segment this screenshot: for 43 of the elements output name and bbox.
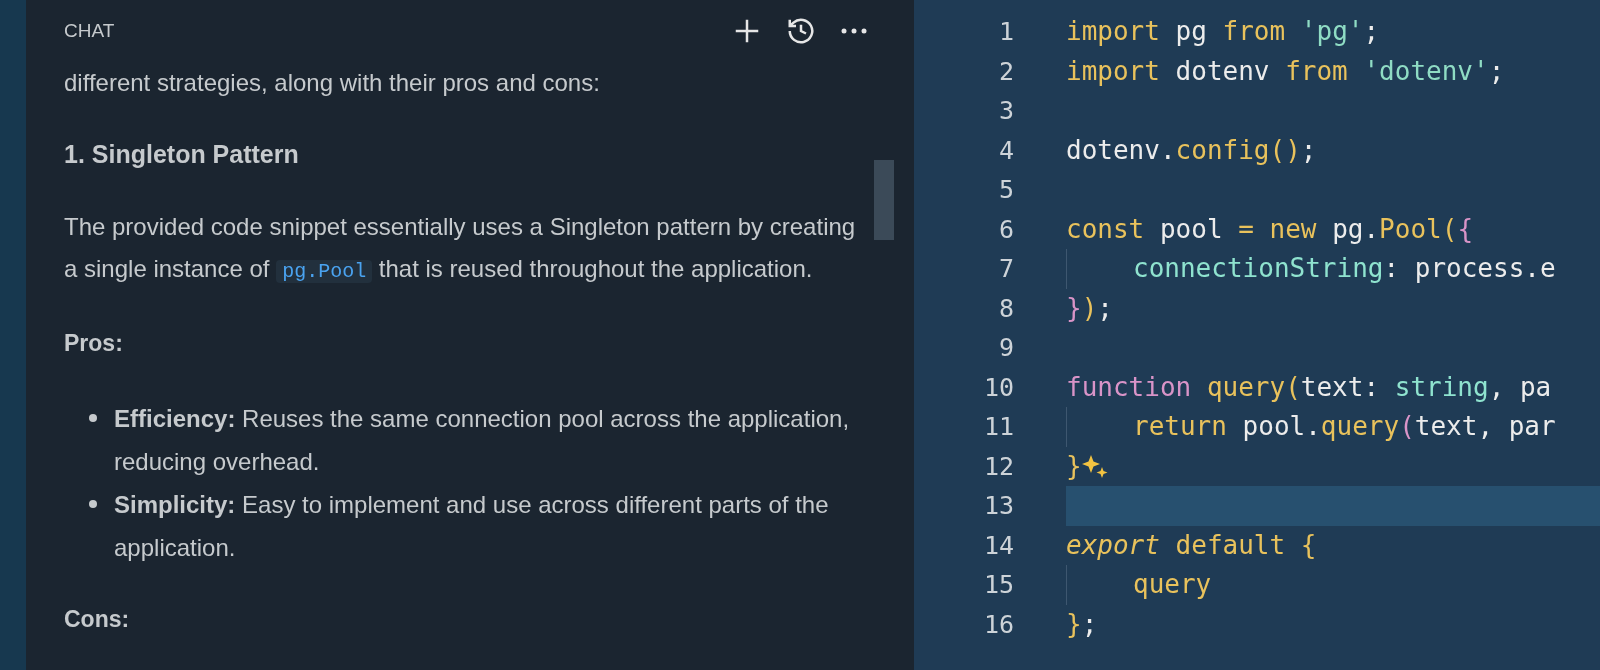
code-text: function query(text: string, pa xyxy=(1066,370,1552,404)
bullet-icon xyxy=(89,500,97,508)
chat-label: Cons: xyxy=(64,605,131,634)
scrollbar-thumb[interactable] xyxy=(874,160,894,240)
code-text: }); xyxy=(1066,291,1113,325)
line-number: 15 xyxy=(982,569,1014,601)
code-text: }; xyxy=(1066,607,1098,641)
chat-label: Pros: xyxy=(64,329,124,358)
line-number: 7 xyxy=(997,253,1014,285)
more-icon[interactable] xyxy=(840,27,868,35)
chat-paragraph: different strategies, along with their pros and cons: xyxy=(64,68,601,98)
chat-paragraph: The provided code snippet essentially uses a Singleton pattern by creating a single instance of pg.Pool that is reused throughout the application. xyxy=(64,212,857,285)
line-number: 2 xyxy=(997,55,1014,88)
sparkle-icon[interactable] xyxy=(1081,453,1108,480)
code-text: query xyxy=(1133,568,1212,602)
code-text: dotenv.config(); xyxy=(1066,133,1317,167)
line-number: 1 xyxy=(997,16,1014,48)
inline-code: pg.Pool xyxy=(276,260,373,283)
bullet-icon xyxy=(89,414,97,422)
line-number: 14 xyxy=(982,529,1014,562)
code-text: import pg from 'pg'; xyxy=(1066,15,1380,49)
line-number: 5 xyxy=(997,174,1014,206)
line-number: 3 xyxy=(997,95,1014,127)
line-number: 4 xyxy=(997,134,1014,167)
line-number: 9 xyxy=(997,332,1014,364)
code-text: connectionString: process.e xyxy=(1133,252,1556,286)
line-number: 8 xyxy=(997,292,1014,325)
line-number: 13 xyxy=(982,490,1014,522)
code-text: return pool.query(text, par xyxy=(1133,410,1556,444)
code-text: export default { xyxy=(1066,528,1317,562)
line-number: 6 xyxy=(997,213,1014,246)
chat-heading: 1. Singleton Pattern xyxy=(64,139,300,170)
code-text: const pool = new pg.Pool({ xyxy=(1066,212,1474,246)
history-icon[interactable] xyxy=(786,16,816,46)
panel-title: CHAT xyxy=(64,18,116,43)
line-number: 16 xyxy=(982,608,1014,641)
line-number: 10 xyxy=(982,371,1014,404)
bullet-text: Efficiency: Reuses the same connection pool across the application, reducing overhead. xyxy=(114,404,851,477)
line-number: 11 xyxy=(982,411,1014,443)
line-number: 12 xyxy=(982,450,1014,483)
code-text: } xyxy=(1066,449,1082,483)
code-text: import dotenv from 'dotenv'; xyxy=(1066,54,1505,88)
bullet-text: Simplicity: Easy to implement and use across different parts of the application. xyxy=(114,490,830,563)
